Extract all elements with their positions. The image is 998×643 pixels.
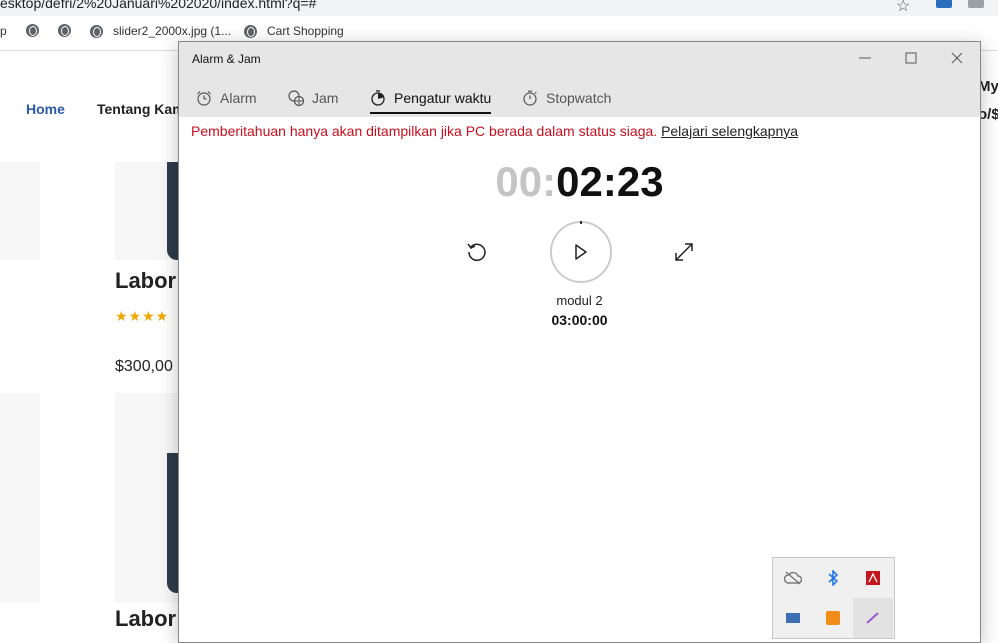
globe-icon <box>58 24 71 37</box>
tab-pengatur-waktu[interactable]: Pengatur waktu <box>370 86 492 114</box>
bookmark-item[interactable] <box>26 24 49 37</box>
minimize-icon <box>859 57 871 59</box>
tab-label: Pengatur waktu <box>394 90 492 106</box>
expand-icon <box>675 243 693 261</box>
star-icon[interactable]: ☆ <box>896 0 910 16</box>
product-title[interactable]: Labor <box>115 268 176 294</box>
cloud-offline-icon[interactable] <box>773 558 813 598</box>
header-text: My <box>978 78 998 95</box>
timer-icon <box>371 90 385 106</box>
product-price: $300,00 <box>115 358 173 375</box>
sublime-icon[interactable] <box>813 598 853 638</box>
bookmark-item[interactable]: Cart Shopping <box>244 24 344 38</box>
product-image[interactable] <box>115 162 179 260</box>
rating-stars: ★★★★ <box>115 308 170 324</box>
globe-icon <box>26 24 39 37</box>
bluetooth-icon[interactable] <box>813 558 853 598</box>
globe-icon <box>244 24 257 38</box>
address-bar-row: esktop/defri/2%20Januari%202020/index.ht… <box>0 0 998 16</box>
timer-display: 00:02:23 <box>179 158 980 206</box>
product-image[interactable] <box>115 393 179 603</box>
expand-button[interactable] <box>672 240 696 264</box>
maximize-icon <box>905 52 917 64</box>
timer-separator: : <box>542 158 557 205</box>
timer-total-duration: 03:00:00 <box>551 312 608 328</box>
alarm-clock-icon <box>197 91 211 106</box>
close-icon <box>951 52 963 64</box>
product-image[interactable] <box>0 393 40 603</box>
reset-button[interactable] <box>465 240 489 264</box>
timer-hours: 00 <box>495 158 543 205</box>
extension-icon[interactable] <box>936 0 952 8</box>
tab-alarm[interactable]: Alarm <box>196 86 257 110</box>
timer-name[interactable]: modul 2 <box>179 293 980 308</box>
progress-indicator <box>580 221 582 224</box>
timer-remaining: 02:23 <box>556 158 664 205</box>
nav-about[interactable]: Tentang Kam <box>97 101 185 117</box>
minimize-button[interactable] <box>850 48 880 70</box>
window-title: Alarm & Jam <box>192 52 261 66</box>
extension-icon[interactable] <box>968 0 984 8</box>
bookmark-item[interactable]: slider2_2000x.jpg (1... <box>90 24 231 38</box>
play-button[interactable] <box>550 221 612 283</box>
product-title[interactable]: Labor <box>115 606 176 632</box>
adobe-icon[interactable] <box>853 558 893 598</box>
tray-overflow-panel <box>772 557 895 639</box>
alarm-clock-window: Alarm & Jam Alarm Jam Pengatur waktu Sto… <box>178 41 981 643</box>
tab-label: Stopwatch <box>546 90 612 106</box>
url-text[interactable]: esktop/defri/2%20Januari%202020/index.ht… <box>0 0 316 11</box>
play-icon <box>575 244 587 260</box>
reset-icon <box>467 243 486 261</box>
tab-label: Alarm <box>220 90 257 106</box>
learn-more-link[interactable]: Pelajari selengkapnya <box>661 123 798 139</box>
bookmark-item[interactable] <box>58 24 81 37</box>
notification-notice: Pemberitahuan hanya akan ditampilkan jik… <box>191 123 798 139</box>
pen-icon[interactable] <box>853 598 893 638</box>
close-button[interactable] <box>942 48 972 70</box>
tab-label: Jam <box>312 90 339 106</box>
tab-jam[interactable]: Jam <box>288 86 338 110</box>
bookmark-item[interactable]: p <box>0 24 7 38</box>
nav-home[interactable]: Home <box>26 101 65 117</box>
title-bar[interactable]: Alarm & Jam Alarm Jam Pengatur waktu Sto… <box>179 42 980 117</box>
globe-icon <box>90 24 103 38</box>
product-image[interactable] <box>0 162 40 260</box>
maximize-button[interactable] <box>896 48 926 70</box>
tab-stopwatch[interactable]: Stopwatch <box>522 86 611 110</box>
notice-text: Pemberitahuan hanya akan ditampilkan jik… <box>191 123 658 139</box>
header-text: o/$c <box>978 106 998 123</box>
network-icon[interactable] <box>773 598 813 638</box>
world-clock-icon <box>288 90 304 106</box>
stopwatch-icon <box>523 90 537 106</box>
